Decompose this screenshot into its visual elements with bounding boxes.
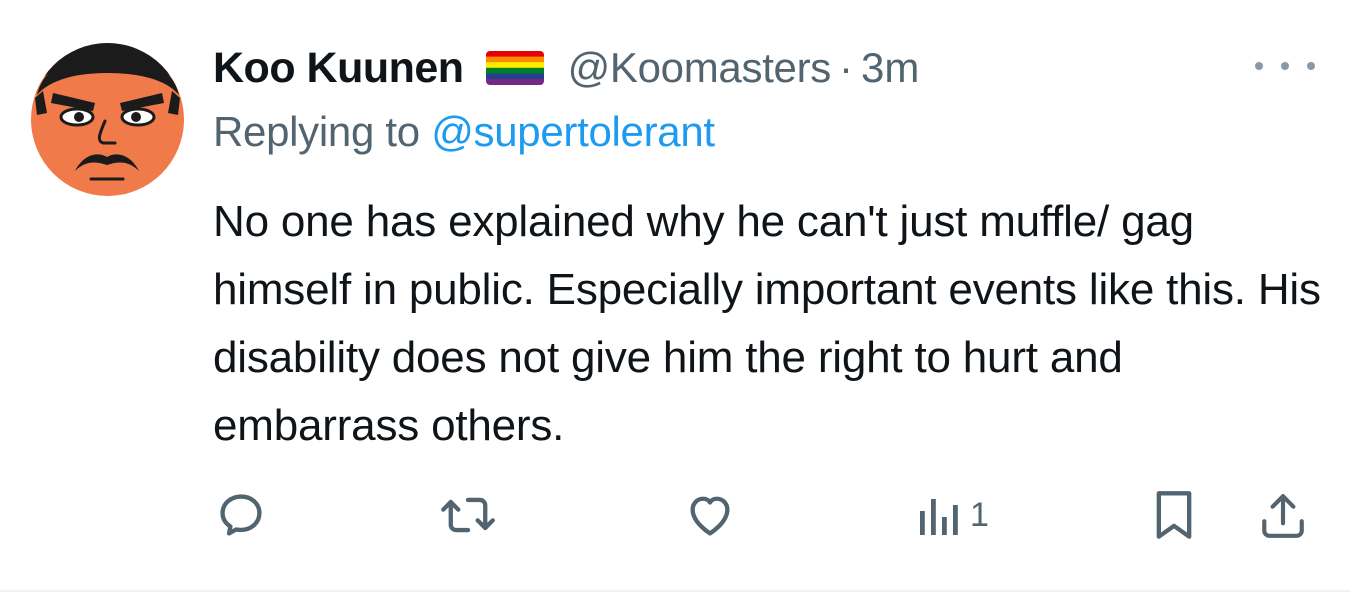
comment-icon [220,494,262,536]
tweet-text: No one has explained why he can't just m… [213,197,1321,450]
like-button[interactable] [683,485,737,545]
views-button[interactable]: 1 [916,485,989,545]
replying-to-line: Replying to @supertolerant [213,108,715,156]
analytics-icon [920,499,958,535]
heart-icon [690,496,730,536]
more-dot [1255,62,1263,70]
action-bar: 1 [0,485,1350,545]
more-dot [1281,62,1289,70]
avatar-face-icon [31,43,184,196]
more-options-icon[interactable] [1255,56,1315,76]
tweet[interactable]: Koo Kuunen @Koomasters · 3m Replying to … [0,0,1350,592]
reply-target-link[interactable]: @supertolerant [431,108,715,155]
replying-to-label: Replying to [213,108,420,155]
rainbow-flag-icon [485,51,544,85]
tweet-header: Koo Kuunen @Koomasters · 3m [213,38,919,98]
retweet-button[interactable] [440,485,496,545]
display-name[interactable]: Koo Kuunen [213,44,464,93]
avatar[interactable] [31,43,184,196]
user-handle[interactable]: @Koomasters [568,44,832,92]
more-dot [1307,62,1315,70]
share-button[interactable] [1258,485,1308,545]
retweet-icon [441,497,495,533]
bookmark-icon [1156,491,1192,539]
timestamp[interactable]: 3m [861,44,919,92]
separator-dot: · [839,44,854,91]
share-icon [1262,494,1304,538]
views-count: 1 [970,495,989,534]
reply-button[interactable] [215,485,267,545]
bookmark-button[interactable] [1152,485,1196,545]
